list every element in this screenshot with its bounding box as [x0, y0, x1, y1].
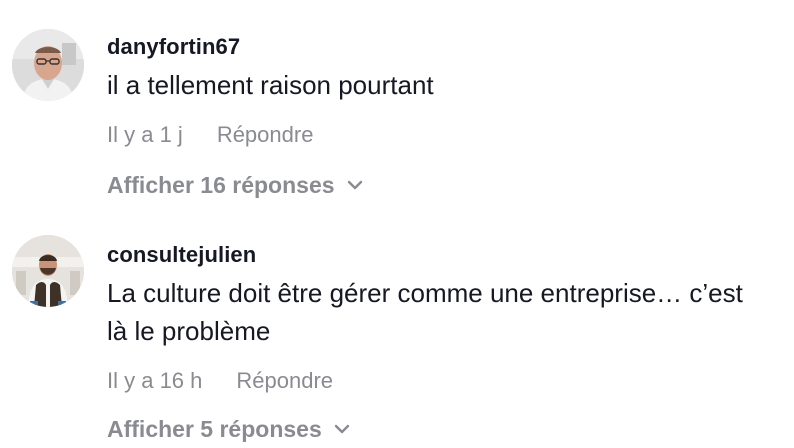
show-replies-button[interactable]: Afficher 16 réponses [107, 170, 363, 200]
avatar-image [12, 29, 84, 101]
comment-body: danyfortin67 il a tellement raison pourt… [107, 31, 784, 200]
avatar[interactable] [12, 235, 84, 307]
comment-username[interactable]: danyfortin67 [107, 31, 784, 63]
comment-meta: Il y a 16 h Répondre [107, 366, 784, 396]
comment-meta: Il y a 1 j Répondre [107, 120, 784, 150]
comment-username[interactable]: consultejulien [107, 239, 784, 271]
comments-list: danyfortin67 il a tellement raison pourt… [0, 0, 794, 448]
show-replies-button[interactable]: Afficher 5 réponses [107, 414, 350, 444]
avatar-image [12, 235, 84, 307]
comment-timestamp: Il y a 16 h [107, 368, 203, 393]
comment-text: il a tellement raison pourtant [107, 70, 434, 100]
comment-body: consultejulien La culture doit être gére… [107, 239, 784, 444]
comment-text: La culture doit être gérer comme une ent… [107, 278, 743, 346]
reply-button[interactable]: Répondre [217, 120, 314, 150]
chevron-down-icon [334, 423, 350, 435]
reply-button[interactable]: Répondre [236, 366, 333, 396]
comment-timestamp: Il y a 1 j [107, 122, 183, 147]
chevron-down-icon [347, 179, 363, 191]
show-replies-label: Afficher 5 réponses [107, 416, 322, 442]
avatar[interactable] [12, 29, 84, 101]
show-replies-label: Afficher 16 réponses [107, 172, 335, 198]
